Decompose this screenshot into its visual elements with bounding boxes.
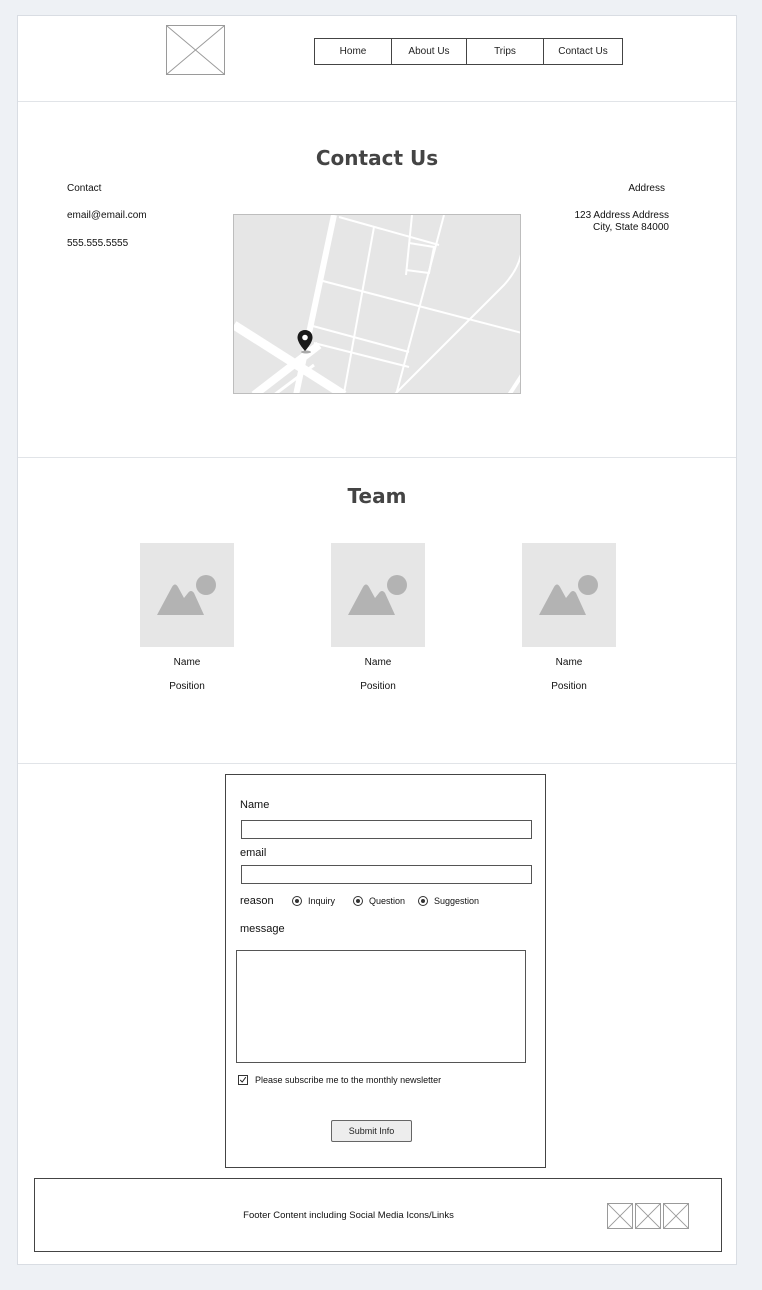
team-member-photo [140,543,234,647]
header-divider [18,101,736,102]
contact-section-title: Contact Us [315,146,439,170]
contact-divider [18,457,736,458]
contact-email[interactable]: email@email.com [67,210,147,221]
social-icon[interactable] [635,1203,661,1229]
location-map[interactable] [233,214,521,394]
page: Home About Us Trips Contact Us Contact U… [17,15,737,1265]
nav-trips[interactable]: Trips [467,39,544,64]
team-member-photo [522,543,616,647]
team-member-position: Position [169,681,205,692]
contact-form: Name email reason Inquiry Question Sugge… [225,774,546,1168]
newsletter-checkbox[interactable] [238,1075,248,1085]
reason-option-label: Suggestion [434,896,480,906]
message-textarea[interactable] [236,950,526,1063]
team-divider [18,763,736,764]
team-member-photo [331,543,425,647]
logo-placeholder-icon[interactable] [166,25,225,75]
team-section-title: Team [347,484,407,508]
email-label: email [240,847,267,859]
image-icon [539,575,598,615]
contact-phone[interactable]: 555.555.5555 [67,238,128,249]
address-line-1: 123 Address Address [574,210,669,221]
footer-text: Footer Content including Social Media Ic… [243,1210,454,1221]
nav-about-us[interactable]: About Us [392,39,467,64]
nav-home[interactable]: Home [315,39,392,64]
reason-radio-suggestion[interactable] [418,896,428,906]
reason-option-label: Question [369,896,406,906]
map-pin-icon[interactable] [297,330,313,354]
nav-contact-us[interactable]: Contact Us [544,39,622,64]
address-heading: Address [628,183,665,194]
team-member-name: Name [555,657,583,668]
name-input[interactable] [241,820,532,839]
social-icon[interactable] [607,1203,633,1229]
map-streets [234,215,520,393]
image-icon [157,575,216,615]
newsletter-label: Please subscribe me to the monthly newsl… [255,1075,442,1085]
reason-option-label: Inquiry [308,896,336,906]
name-label: Name [240,799,270,811]
team-member-name: Name [173,657,201,668]
team-member-position: Position [551,681,587,692]
team-member-name: Name [364,657,392,668]
reason-radio-inquiry[interactable] [292,896,302,906]
social-icon[interactable] [663,1203,689,1229]
reason-label: reason [240,895,274,907]
footer: Footer Content including Social Media Ic… [34,1178,722,1252]
contact-heading: Contact [67,183,102,194]
submit-button[interactable]: Submit Info [331,1120,412,1142]
reason-radio-question[interactable] [353,896,363,906]
address-line-2: City, State 84000 [593,222,669,233]
team-member-position: Position [360,681,396,692]
image-icon [348,575,407,615]
message-label: message [240,923,285,935]
checkmark-icon [239,1076,247,1083]
email-input[interactable] [241,865,532,884]
main-nav: Home About Us Trips Contact Us [314,38,623,65]
